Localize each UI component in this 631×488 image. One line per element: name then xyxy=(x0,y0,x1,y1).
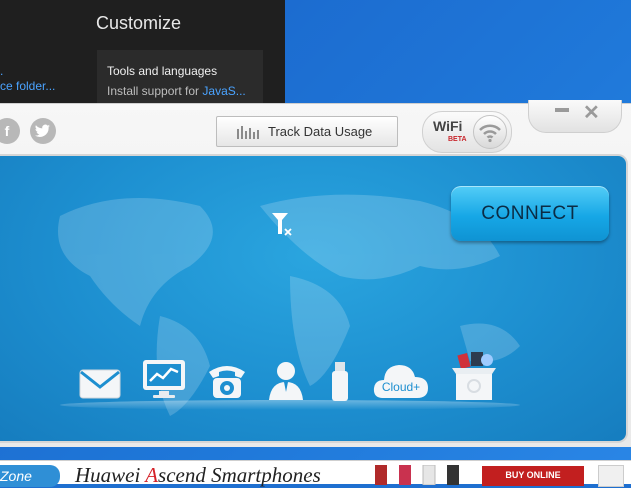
main-panel: CONNECT Cloud+ xyxy=(0,154,628,443)
mobile-partner-window: f Track Data Usage WiFi BETA ✕ CONNECT C… xyxy=(0,100,631,447)
minimize-button[interactable] xyxy=(555,108,569,112)
ad-headline: Huawei Ascend Smartphones xyxy=(75,463,321,488)
tools-desc-link[interactable]: JavaS... xyxy=(202,84,245,98)
left-link-dot: . xyxy=(0,64,4,78)
ad-red-letter: A xyxy=(145,463,159,487)
customize-heading: Customize xyxy=(96,13,182,33)
twitter-bird-icon xyxy=(35,124,50,137)
buy-online-button[interactable]: BUY ONLINE xyxy=(482,466,584,486)
tools-languages-tile[interactable]: Tools and languages Install support for … xyxy=(97,50,263,108)
track-data-usage-label: Track Data Usage xyxy=(268,124,373,139)
ad-banner[interactable]: Zone Huawei Ascend Smartphones BUY ONLIN… xyxy=(0,460,631,487)
statistics-icon[interactable] xyxy=(141,358,187,402)
banner-scroll-button[interactable] xyxy=(598,465,624,487)
usb-drive-icon[interactable] xyxy=(329,360,351,404)
ad-rest: scend Smartphones xyxy=(158,463,321,487)
source-folder-link[interactable]: ce folder... xyxy=(0,79,55,93)
close-button[interactable]: ✕ xyxy=(583,100,600,125)
wifi-label: WiFi xyxy=(433,118,463,134)
wifi-beta-button[interactable]: WiFi BETA xyxy=(422,111,512,153)
contacts-icon[interactable] xyxy=(266,360,306,402)
connect-button[interactable]: CONNECT xyxy=(451,186,609,241)
tools-title: Tools and languages xyxy=(107,64,218,78)
wifi-waves-icon xyxy=(479,124,501,143)
window-controls: ✕ xyxy=(528,100,622,133)
bar-chart-icon xyxy=(237,126,259,139)
ad-prefix: Huawei xyxy=(75,463,146,487)
twitter-icon[interactable] xyxy=(30,118,56,144)
tools-description: Install support for JavaS... xyxy=(107,84,246,98)
wifi-signal-icon xyxy=(473,115,507,149)
no-signal-icon xyxy=(272,213,292,236)
messages-icon[interactable] xyxy=(78,366,122,402)
cloud-icon[interactable]: Cloud+ xyxy=(371,358,431,402)
tools-desc-text: Install support for xyxy=(107,84,203,98)
phones-image xyxy=(375,465,459,485)
phone-icon[interactable] xyxy=(205,360,249,400)
cloud-label: Cloud+ xyxy=(382,380,420,394)
track-data-usage-button[interactable]: Track Data Usage xyxy=(216,116,398,147)
beta-label: BETA xyxy=(448,136,467,143)
background-window-panel: Customize . ce folder... Tools and langu… xyxy=(0,0,285,108)
zone-tab[interactable]: Zone xyxy=(0,465,60,487)
app-store-icon[interactable] xyxy=(449,352,499,402)
facebook-icon[interactable]: f xyxy=(0,118,20,144)
